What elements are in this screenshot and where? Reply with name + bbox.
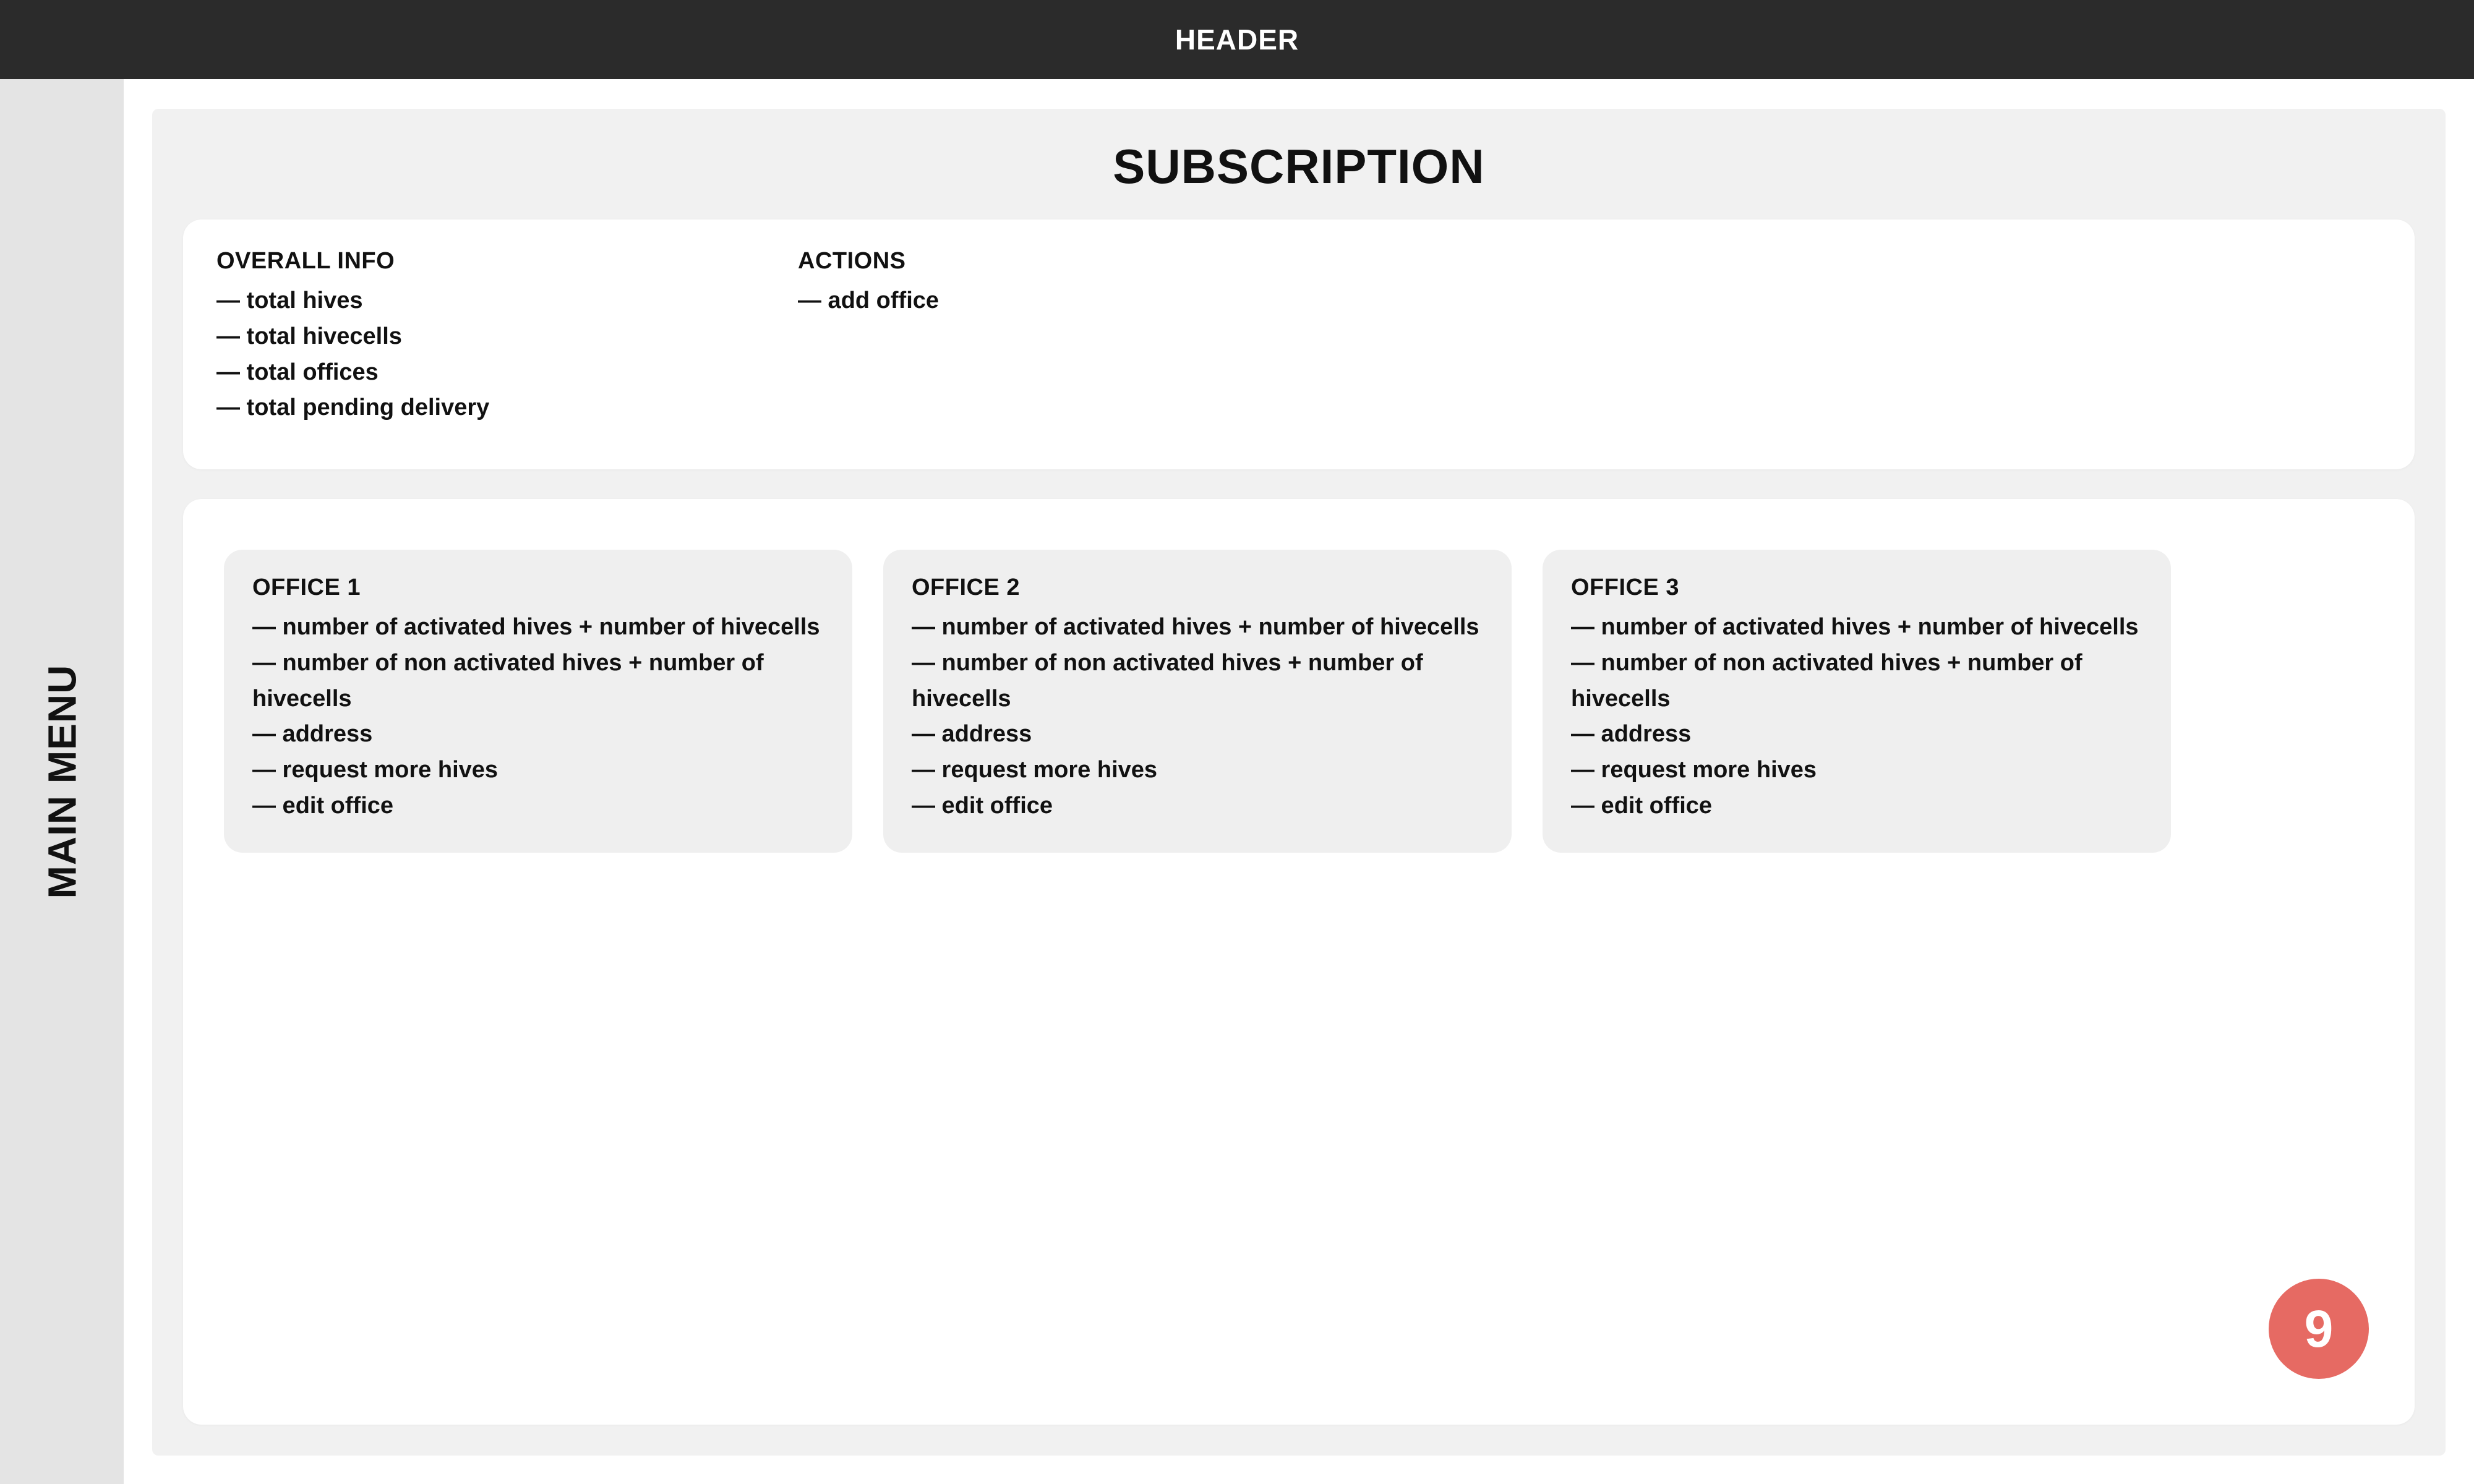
overall-item-total-offices: — total offices — [216, 355, 798, 391]
actions-heading: ACTIONS — [798, 248, 1379, 275]
overall-info-section: OVERALL INFO — total hives — total hivec… — [216, 248, 798, 426]
page-number-badge: 9 — [2269, 1279, 2369, 1379]
office-nonactivated-hives: — number of non activated hives + number… — [252, 646, 824, 717]
office-title: OFFICE 3 — [1571, 574, 2142, 601]
office-address: — address — [252, 717, 824, 753]
office-title: OFFICE 2 — [912, 574, 1483, 601]
page-number-value: 9 — [2305, 1299, 2334, 1359]
office-edit-office[interactable]: — edit office — [252, 788, 824, 824]
main-menu-sidebar[interactable]: MAIN MENU — [0, 79, 124, 1484]
summary-card: OVERALL INFO — total hives — total hivec… — [183, 220, 2415, 469]
page-title: SUBSCRIPTION — [183, 139, 2415, 195]
overall-item-total-hivecells: — total hivecells — [216, 319, 798, 355]
overall-item-total-hives: — total hives — [216, 283, 798, 319]
office-activated-hives: — number of activated hives + number of … — [1571, 610, 2142, 646]
content-area: SUBSCRIPTION OVERALL INFO — total hives … — [152, 109, 2446, 1456]
office-card-1[interactable]: OFFICE 1 — number of activated hives + n… — [224, 550, 852, 853]
office-address: — address — [1571, 717, 2142, 753]
action-add-office[interactable]: — add office — [798, 283, 1379, 319]
office-edit-office[interactable]: — edit office — [912, 788, 1483, 824]
office-card-3[interactable]: OFFICE 3 — number of activated hives + n… — [1543, 550, 2171, 853]
header-title: HEADER — [1175, 23, 1299, 56]
office-request-more-hives[interactable]: — request more hives — [1571, 753, 2142, 788]
office-nonactivated-hives: — number of non activated hives + number… — [1571, 646, 2142, 717]
office-request-more-hives[interactable]: — request more hives — [252, 753, 824, 788]
actions-section: ACTIONS — add office — [798, 248, 1379, 426]
offices-row: OFFICE 1 — number of activated hives + n… — [224, 550, 2374, 853]
main-menu-label: MAIN MENU — [39, 665, 85, 899]
office-request-more-hives[interactable]: — request more hives — [912, 753, 1483, 788]
offices-panel: OFFICE 1 — number of activated hives + n… — [183, 499, 2415, 1425]
office-card-2[interactable]: OFFICE 2 — number of activated hives + n… — [883, 550, 1512, 853]
office-title: OFFICE 1 — [252, 574, 824, 601]
overall-item-total-pending-delivery: — total pending delivery — [216, 390, 798, 426]
office-nonactivated-hives: — number of non activated hives + number… — [912, 646, 1483, 717]
overall-info-heading: OVERALL INFO — [216, 248, 798, 275]
app-header: HEADER — [0, 0, 2474, 79]
office-edit-office[interactable]: — edit office — [1571, 788, 2142, 824]
office-activated-hives: — number of activated hives + number of … — [252, 610, 824, 646]
office-activated-hives: — number of activated hives + number of … — [912, 610, 1483, 646]
office-address: — address — [912, 717, 1483, 753]
